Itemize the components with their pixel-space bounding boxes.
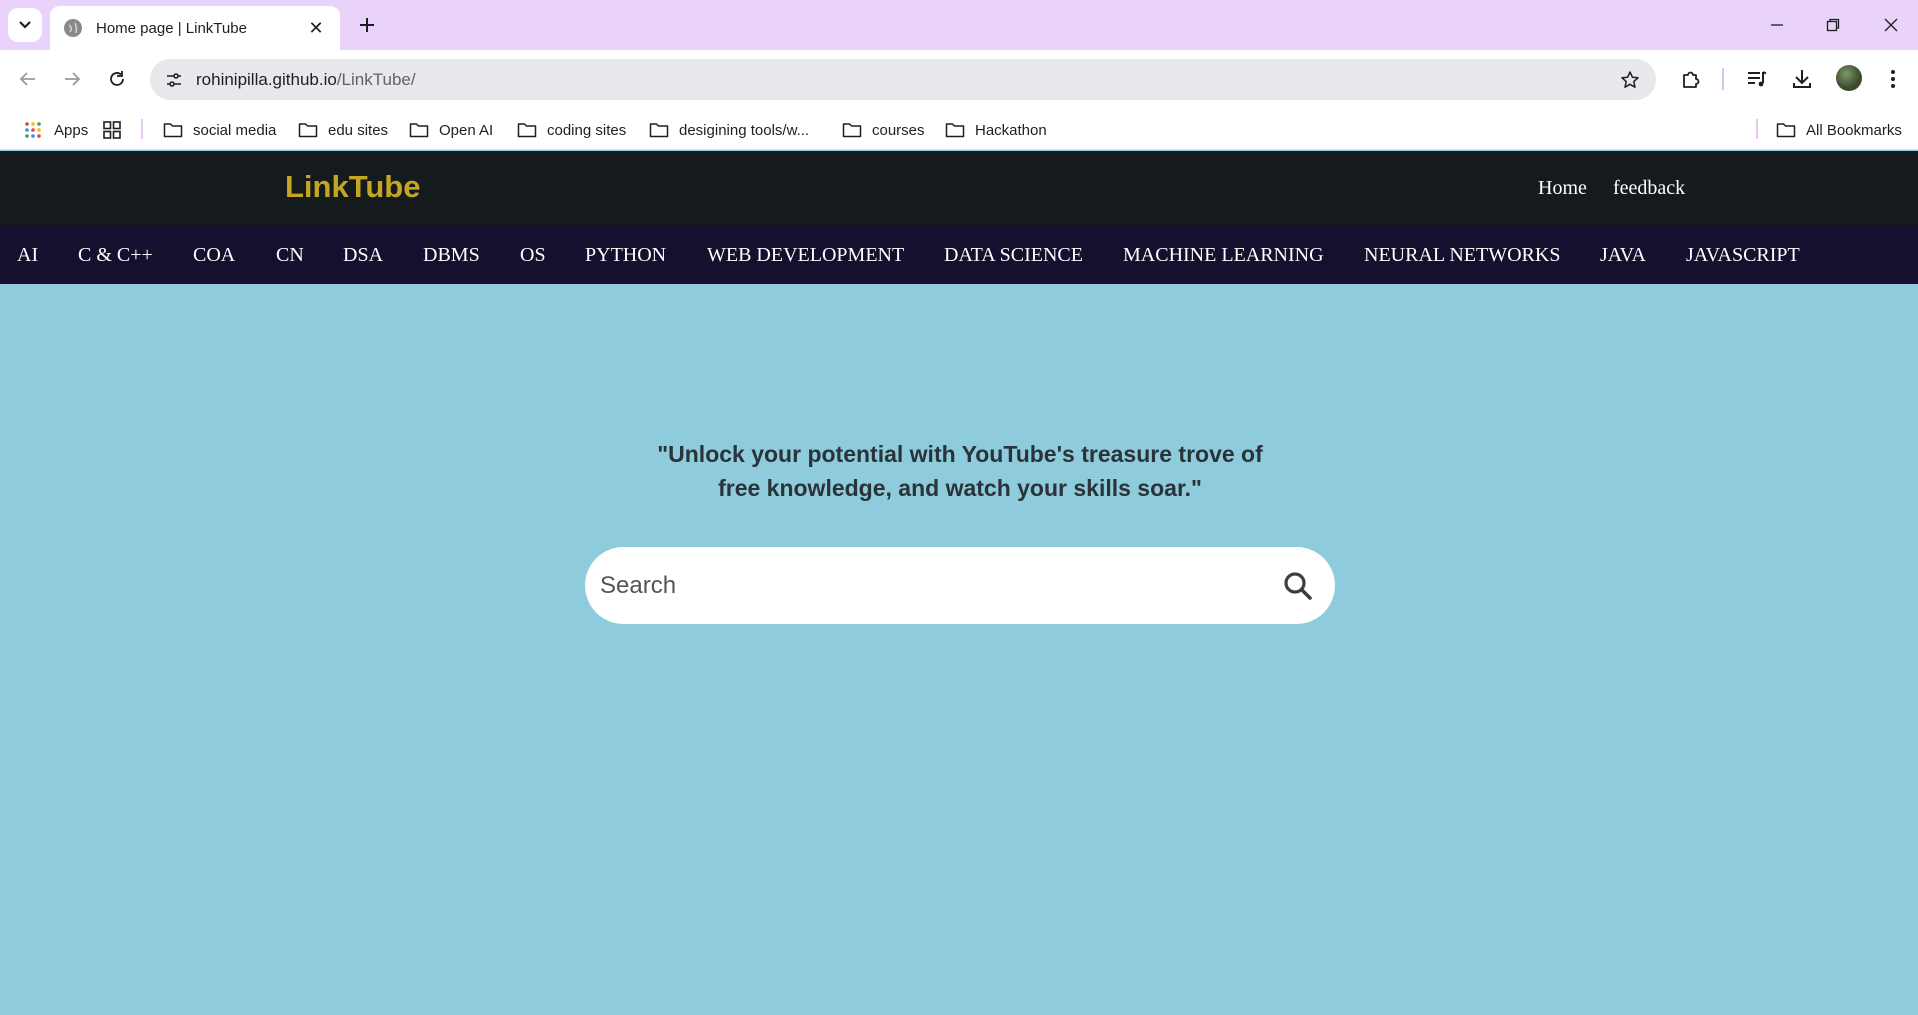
category-link[interactable]: WEB DEVELOPMENT xyxy=(707,244,904,267)
site-logo[interactable]: LinkTube xyxy=(285,169,420,205)
category-link[interactable]: DATA SCIENCE xyxy=(944,244,1083,267)
media-control-button[interactable] xyxy=(1742,64,1772,94)
puzzle-icon xyxy=(1683,71,1700,88)
nav-feedback-link[interactable]: feedback xyxy=(1613,177,1685,200)
back-button[interactable] xyxy=(12,63,44,95)
reload-icon xyxy=(110,71,124,86)
folder-icon xyxy=(842,122,862,138)
bookmarks-bar: Apps social media edu sites Open AI codi… xyxy=(0,108,1918,150)
forward-button[interactable] xyxy=(56,63,88,95)
category-link[interactable]: CN xyxy=(276,244,304,267)
folder-icon xyxy=(517,122,537,138)
toolbar-divider xyxy=(1722,68,1724,90)
active-tab[interactable]: Home page | LinkTube ✕ xyxy=(50,6,340,50)
bookmark-folder-coding-sites[interactable]: coding sites xyxy=(517,119,626,141)
bookmark-label: Hackathon xyxy=(975,121,1047,139)
bookmark-folder-social-media[interactable]: social media xyxy=(163,119,276,141)
bookmark-divider xyxy=(1756,119,1758,139)
hero-quote: "Unlock your potential with YouTube's tr… xyxy=(620,437,1300,505)
bookmark-divider xyxy=(141,119,143,139)
search-icon[interactable] xyxy=(1281,569,1315,603)
category-link[interactable]: NEURAL NETWORKS xyxy=(1364,244,1560,267)
site-header: LinkTube Home feedback xyxy=(0,151,1918,225)
folder-icon xyxy=(298,122,318,138)
search-bar xyxy=(585,547,1335,624)
bookmark-label: Open AI xyxy=(439,121,494,139)
reload-button[interactable] xyxy=(101,63,133,95)
browser-menu-button[interactable] xyxy=(1878,64,1908,94)
bookmark-label: edu sites xyxy=(328,121,389,139)
arrow-left-icon xyxy=(19,72,35,86)
category-link[interactable]: DSA xyxy=(343,244,383,267)
profile-avatar[interactable] xyxy=(1836,65,1862,91)
folder-icon xyxy=(409,122,429,138)
bookmark-folder-open-ai[interactable]: Open AI xyxy=(409,119,493,141)
restore-icon xyxy=(1826,18,1840,32)
bookmark-folder-courses[interactable]: courses xyxy=(842,119,925,141)
minimize-icon xyxy=(1771,24,1783,26)
folder-icon xyxy=(945,122,965,138)
chevron-down-icon xyxy=(19,21,31,29)
bookmark-label: courses xyxy=(872,121,925,139)
category-link[interactable]: JAVA xyxy=(1600,244,1646,267)
bookmark-folder-edu-sites[interactable]: edu sites xyxy=(298,119,388,141)
tab-search-button[interactable] xyxy=(8,8,42,42)
download-icon xyxy=(1793,70,1811,88)
url-path: /LinkTube/ xyxy=(336,69,416,89)
bookmark-label: coding sites xyxy=(547,121,627,139)
address-bar[interactable]: rohinipilla.github.io/LinkTube/ xyxy=(150,59,1656,100)
category-link[interactable]: AI xyxy=(17,244,38,267)
category-link[interactable]: OS xyxy=(520,244,546,267)
site-settings-icon[interactable] xyxy=(162,68,186,92)
browser-toolbar: rohinipilla.github.io/LinkTube/ xyxy=(0,50,1918,108)
bookmark-folder-hackathon[interactable]: Hackathon xyxy=(945,119,1047,141)
url-host: rohinipilla.github.io xyxy=(196,69,337,89)
category-link[interactable]: DBMS xyxy=(423,244,480,267)
restore-button[interactable] xyxy=(1816,10,1850,40)
category-link[interactable]: MACHINE LEARNING xyxy=(1123,244,1324,267)
category-link[interactable]: C & C++ xyxy=(78,244,153,267)
plus-icon xyxy=(360,18,374,32)
hero-quote-line: "Unlock your potential with YouTube's tr… xyxy=(657,441,1263,467)
arrow-right-icon xyxy=(65,72,81,86)
folder-icon xyxy=(1776,122,1796,138)
all-bookmarks-label: All Bookmarks xyxy=(1806,121,1902,139)
bookmark-label: social media xyxy=(193,121,277,139)
hero-quote-line: free knowledge, and watch your skills so… xyxy=(718,475,1202,501)
globe-icon xyxy=(64,19,82,37)
apps-grid-icon xyxy=(24,122,44,138)
tab-groups-button[interactable] xyxy=(102,119,122,141)
bookmark-apps[interactable]: Apps xyxy=(24,119,88,141)
nav-home-link[interactable]: Home xyxy=(1538,177,1587,200)
category-nav: AI C & C++ COA CN DSA DBMS OS PYTHON WEB… xyxy=(0,225,1918,284)
category-link[interactable]: PYTHON xyxy=(585,244,666,267)
category-link[interactable]: JAVASCRIPT xyxy=(1686,244,1800,267)
tab-groups-icon xyxy=(103,121,121,139)
downloads-button[interactable] xyxy=(1787,64,1817,94)
browser-tab-strip: Home page | LinkTube ✕ xyxy=(0,0,1918,50)
extensions-button[interactable] xyxy=(1676,64,1706,94)
more-vertical-icon xyxy=(1891,70,1895,88)
bookmark-folder-designing-tools[interactable]: desigining tools/w... xyxy=(649,119,809,141)
bookmark-label: desigining tools/w... xyxy=(679,121,810,139)
folder-icon xyxy=(649,122,669,138)
close-window-button[interactable] xyxy=(1874,10,1908,40)
close-tab-icon[interactable]: ✕ xyxy=(306,18,326,39)
bookmark-star-icon[interactable] xyxy=(1618,68,1642,92)
minimize-button[interactable] xyxy=(1760,10,1794,40)
bookmark-label: Apps xyxy=(54,121,89,139)
new-tab-button[interactable] xyxy=(352,10,382,40)
tab-title: Home page | LinkTube xyxy=(96,19,247,37)
all-bookmarks-button[interactable]: All Bookmarks xyxy=(1776,119,1902,141)
queue-music-icon xyxy=(1748,71,1767,87)
folder-icon xyxy=(163,122,183,138)
close-icon xyxy=(1884,18,1898,32)
category-link[interactable]: COA xyxy=(193,244,235,267)
search-input[interactable] xyxy=(600,571,1281,600)
